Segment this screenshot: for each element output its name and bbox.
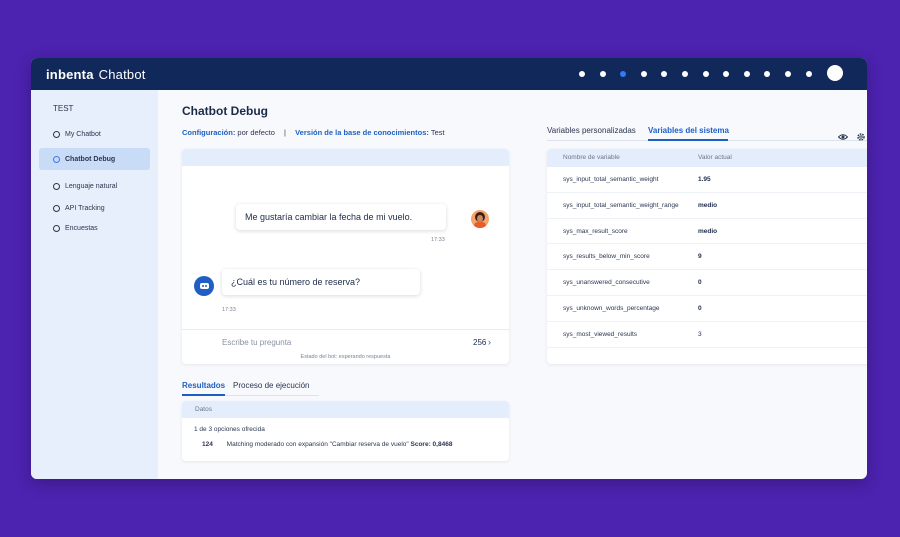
circle-icon [53, 182, 60, 190]
result-text: Matching moderado con expansión "Cambiar… [226, 441, 409, 448]
sidebar-item-label: Encuestas [65, 224, 98, 232]
active-tab-indicator [182, 394, 225, 396]
nav-dot[interactable] [764, 71, 771, 77]
nav-dot[interactable] [661, 71, 668, 77]
result-item[interactable]: 124 Matching moderado con expansión "Cam… [202, 441, 452, 448]
question-input[interactable]: Escribe tu pregunta [222, 338, 291, 347]
sidebar-item-label: My Chatbot [65, 130, 101, 138]
circle-icon [53, 155, 60, 163]
nav-dot[interactable] [743, 71, 750, 77]
tab-execution-process[interactable]: Proceso de ejecución [233, 381, 310, 390]
table-row: sys_input_total_semantic_weight 1.95 [547, 167, 867, 193]
variable-name: sys_results_below_min_score [563, 253, 650, 261]
nav-dot[interactable] [599, 71, 606, 77]
circle-icon [53, 130, 60, 138]
sidebar-item-label: API Tracking [65, 204, 105, 212]
circle-icon [53, 204, 60, 212]
app-switcher [579, 58, 826, 90]
table-row: sys_results_below_min_score 9 [547, 244, 867, 271]
variable-value: medio [698, 201, 718, 209]
tab-system-variables[interactable]: Variables del sistema [648, 126, 729, 135]
bot-avatar-icon [194, 276, 214, 296]
nav-dot[interactable] [784, 71, 791, 77]
user-avatar-icon [471, 210, 489, 228]
gear-icon[interactable] [856, 132, 866, 142]
sidebar-item-label: Lenguaje natural [65, 182, 118, 190]
chat-input-area: Escribe tu pregunta 256 › Estado del bot… [182, 329, 509, 364]
system-variables-table: Nombre de variable Valor actual sys_inpu… [547, 149, 867, 364]
variable-name: sys_max_result_score [563, 227, 628, 235]
variable-value: 3 [698, 330, 702, 338]
variable-name: sys_input_total_semantic_weight [563, 176, 659, 183]
bot-status: Estado del bot: esperando respuesta [300, 354, 391, 360]
kb-version-label[interactable]: Versión de la base de conocimientos: [295, 128, 429, 137]
send-chevron-icon[interactable]: › [488, 337, 491, 347]
main-content: Chatbot Debug Configuración: por defecto… [158, 90, 867, 479]
variable-name: sys_most_viewed_results [563, 330, 638, 338]
table-header: Nombre de variable Valor actual [547, 149, 867, 167]
config-value: por defecto [237, 128, 275, 137]
table-row: sys_input_total_semantic_weight_range me… [547, 193, 867, 219]
table-row: sys_unanswered_consecutive 0 [547, 270, 867, 296]
project-title: TEST [53, 104, 74, 113]
variable-name: sys_input_total_semantic_weight_range [563, 201, 679, 209]
nav-dot[interactable] [640, 71, 647, 77]
circle-icon [53, 224, 60, 232]
result-id: 124 [202, 441, 213, 448]
page-title: Chatbot Debug [182, 104, 268, 118]
sidebar-item-label: Chatbot Debug [65, 155, 116, 163]
sidebar: TEST My Chatbot Chatbot Debug Lenguaje n… [31, 90, 158, 479]
sidebar-item-api-tracking[interactable]: API Tracking [39, 197, 150, 219]
inbenta-logo[interactable]: inbenta Chatbot [46, 67, 146, 82]
table-row: sys_most_viewed_results 3 [547, 322, 867, 348]
column-value-header: Valor actual [698, 154, 732, 161]
user-avatar[interactable] [827, 65, 843, 81]
user-message-text: Me gustaría cambiar la fecha de mi vuelo… [245, 212, 413, 222]
top-bar: inbenta Chatbot [31, 58, 867, 90]
variable-name: sys_unanswered_consecutive [563, 279, 650, 287]
bot-message-text: ¿Cuál es tu número de reserva? [231, 277, 361, 287]
bot-message-time: 17:33 [222, 307, 236, 313]
tab-custom-variables[interactable]: Variables personalizadas [547, 126, 636, 135]
user-message-bubble: Me gustaría cambiar la fecha de mi vuelo… [236, 204, 446, 230]
table-row: sys_unknown_words_percentage 0 [547, 296, 867, 322]
variable-value: 1.95 [698, 176, 711, 183]
sidebar-item-encuestas[interactable]: Encuestas [39, 217, 150, 239]
nav-dot[interactable] [805, 71, 812, 77]
sidebar-item-my-chatbot[interactable]: My Chatbot [39, 123, 150, 145]
result-score: Score: 0,8468 [410, 441, 453, 448]
results-header: Datos [182, 401, 509, 418]
variable-value: medio [698, 227, 718, 235]
variable-value: 0 [698, 304, 702, 312]
tab-results[interactable]: Resultados [182, 381, 225, 390]
nav-dot[interactable] [723, 71, 730, 77]
sidebar-item-chatbot-debug[interactable]: Chatbot Debug [39, 148, 150, 170]
nav-dot[interactable] [702, 71, 709, 77]
eye-icon[interactable] [838, 132, 848, 142]
chat-header [182, 149, 509, 166]
sidebar-item-lenguaje-natural[interactable]: Lenguaje natural [39, 175, 150, 197]
nav-dot[interactable] [681, 71, 688, 77]
variable-value: 9 [698, 253, 702, 261]
config-separator: | [284, 128, 286, 137]
chat-panel: Me gustaría cambiar la fecha de mi vuelo… [182, 149, 509, 364]
kb-version-value: Test [430, 128, 445, 137]
nav-dot-active[interactable] [620, 71, 627, 77]
results-summary: 1 de 3 opciones ofrecida [194, 426, 265, 433]
config-line: Configuración: por defecto | Versión de … [182, 128, 445, 137]
config-label[interactable]: Configuración: [182, 128, 235, 137]
variable-name: sys_unknown_words_percentage [563, 304, 660, 312]
column-name-header: Nombre de variable [563, 154, 620, 161]
user-message-time: 17:33 [431, 237, 445, 243]
variable-value: 0 [698, 279, 702, 287]
results-panel: Datos 1 de 3 opciones ofrecida 124 Match… [182, 401, 509, 461]
active-tab-indicator [648, 139, 728, 141]
nav-dot[interactable] [579, 71, 585, 77]
char-counter: 256 [473, 338, 487, 347]
app-window: inbenta Chatbot TEST My Chatbot Chatbot D… [31, 58, 867, 479]
bot-message-bubble: ¿Cuál es tu número de reserva? [222, 269, 420, 295]
product-name: Chatbot [98, 66, 146, 82]
table-row: sys_max_result_score medio [547, 219, 867, 245]
